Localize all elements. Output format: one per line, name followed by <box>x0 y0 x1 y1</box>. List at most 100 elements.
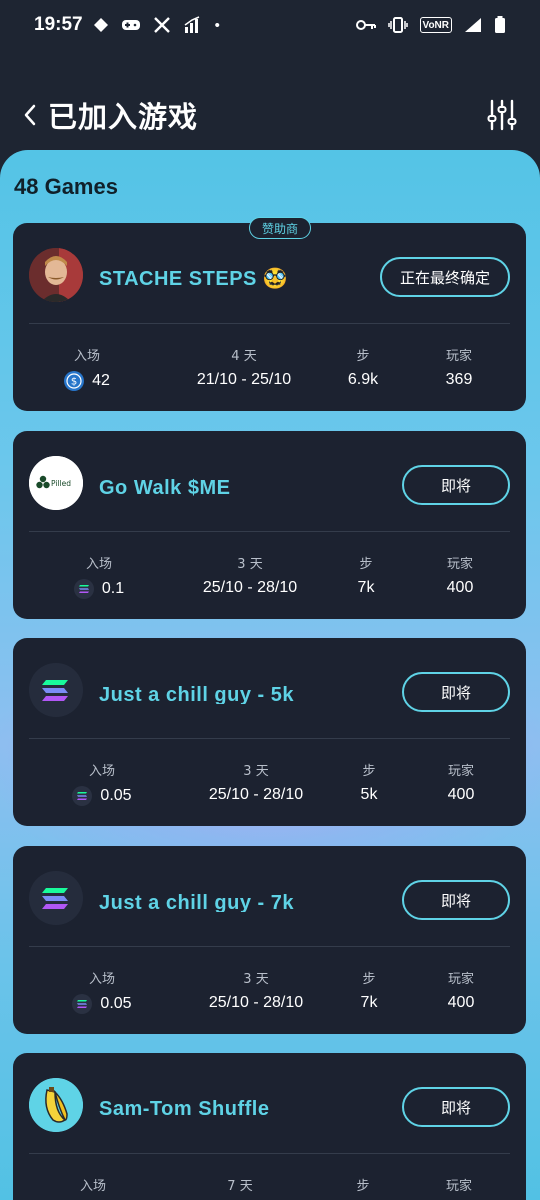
battery-icon <box>494 16 506 34</box>
pilled-logo-icon: Pilled <box>29 456 83 510</box>
stat-value: 369 <box>445 371 473 388</box>
solana-coin-icon <box>72 994 93 1014</box>
stat-label: 入场 <box>85 557 112 572</box>
game-stats: 入场 $ 42 4 天 21/10 - 25/10 步 6.9k 玩家 369 <box>13 323 526 411</box>
stat-value: 7k <box>357 579 375 596</box>
notification-dot: • <box>214 16 220 34</box>
game-controller-icon <box>121 17 141 33</box>
sliders-icon <box>487 99 517 131</box>
stat-value: 0.05 <box>100 787 132 804</box>
stat-duration: 3 天 25/10 - 28/10 <box>181 968 331 1012</box>
vibrate-icon <box>387 17 408 33</box>
avatar <box>29 663 83 717</box>
usdc-coin-icon: $ <box>64 371 85 391</box>
stat-steps: 步 5k <box>339 760 399 804</box>
sponsor-badge: 赞助商 <box>249 217 312 239</box>
stat-label: 玩家 <box>447 764 474 779</box>
stat-steps: 步 7k <box>336 553 396 597</box>
stat-entry: 入场 0.1 <box>69 553 129 599</box>
stat-players: 玩家 400 <box>431 968 491 1012</box>
status-button[interactable]: 正在最终确定 <box>379 257 510 297</box>
chevron-left-icon <box>24 104 36 126</box>
game-title: Just a chill guy - 7k <box>99 892 295 912</box>
game-card[interactable]: 赞助商 STACHE STEPS 🥸 正在最终确定 入场 $ 42 4 天 21… <box>13 217 526 411</box>
status-button[interactable]: 即将 <box>402 1087 510 1127</box>
key-icon <box>355 19 376 31</box>
stat-value: 42 <box>92 372 110 389</box>
stat-steps: 步 6.9k <box>333 345 393 389</box>
stat-label: 玩家 <box>446 557 473 572</box>
stat-players: 玩家 400 <box>430 553 490 597</box>
stat-value: 25/10 - 28/10 <box>208 786 304 803</box>
avatar <box>29 871 83 925</box>
avatar <box>29 248 83 302</box>
stat-label: 3 天 <box>243 972 269 987</box>
signal-icon <box>464 17 482 33</box>
game-card[interactable]: Just a chill guy - 7k 即将 入场 0.05 3 天 25/… <box>13 846 526 1034</box>
avatar-text: Pilled <box>51 479 71 488</box>
svg-text:$: $ <box>71 377 77 388</box>
solana-logo-icon <box>29 871 83 925</box>
stat-entry: 入场 $ 42 <box>57 345 117 391</box>
stat-entry: 入场 <box>63 1175 123 1195</box>
app-header: 已加入游戏 <box>0 80 540 150</box>
game-title: Sam-Tom Shuffle <box>99 1098 270 1120</box>
stat-label: 3 天 <box>237 557 263 572</box>
back-button[interactable] <box>20 99 40 131</box>
status-button[interactable]: 即将 <box>402 672 510 712</box>
avatar-portrait-icon <box>29 248 83 302</box>
stat-duration: 7 天 <box>165 1175 315 1195</box>
stat-value: 6.9k <box>347 371 379 388</box>
stat-value: 0.05 <box>100 995 132 1012</box>
chart-app-icon <box>183 16 203 34</box>
game-card[interactable]: Just a chill guy - 5k 即将 入场 0.05 3 天 25/… <box>13 638 526 826</box>
stat-label: 入场 <box>73 349 100 364</box>
filter-button[interactable] <box>484 97 520 133</box>
solana-coin-icon <box>73 579 94 599</box>
stat-duration: 3 天 25/10 - 28/10 <box>181 760 331 804</box>
x-logo-icon <box>153 16 171 34</box>
stat-label: 步 <box>356 349 370 364</box>
vonr-icon: VoNR <box>419 17 452 33</box>
page-title: 已加入游戏 <box>48 100 199 134</box>
stat-label: 入场 <box>79 1179 106 1194</box>
stat-label: 步 <box>356 1179 370 1194</box>
game-title: Go Walk $ME <box>99 477 231 497</box>
stat-steps: 步 7k <box>339 968 399 1012</box>
stat-label: 玩家 <box>445 349 472 364</box>
stat-value: 0.1 <box>101 580 125 597</box>
banana-icon <box>29 1078 83 1132</box>
stat-entry: 入场 0.05 <box>67 760 137 806</box>
games-count: 48 Games <box>14 174 118 199</box>
diamond-icon <box>93 17 109 33</box>
stat-label: 7 天 <box>227 1179 253 1194</box>
stat-label: 入场 <box>88 764 115 779</box>
game-card[interactable]: Pilled Go Walk $ME 即将 入场 0.1 3 天 25/10 -… <box>13 431 526 619</box>
stat-label: 入场 <box>88 972 115 987</box>
stat-duration: 4 天 21/10 - 25/10 <box>169 345 319 389</box>
stat-label: 步 <box>359 557 373 572</box>
stat-label: 步 <box>362 972 376 987</box>
stat-value: 21/10 - 25/10 <box>196 371 292 388</box>
games-panel: 48 Games 赞助商 STACHE STEPS 🥸 正在最终确定 入场 $ <box>0 150 540 1200</box>
clock: 19:57 <box>34 14 83 35</box>
stat-value: 400 <box>446 579 474 596</box>
stat-players: 玩家 369 <box>429 345 489 389</box>
game-card[interactable]: Sam-Tom Shuffle 即将 入场 7 天 步 玩家 <box>13 1053 526 1200</box>
status-button[interactable]: 即将 <box>402 465 510 505</box>
solana-coin-icon <box>72 786 93 806</box>
game-title: Just a chill guy - 5k <box>99 684 295 704</box>
stat-label: 玩家 <box>445 1179 472 1194</box>
status-button[interactable]: 即将 <box>402 880 510 920</box>
game-stats: 入场 7 天 步 玩家 <box>13 1153 526 1200</box>
solana-logo-icon <box>29 663 83 717</box>
game-stats: 入场 0.1 3 天 25/10 - 28/10 步 7k 玩家 400 <box>13 531 526 619</box>
stat-label: 4 天 <box>231 349 257 364</box>
stat-label: 步 <box>362 764 376 779</box>
stat-duration: 3 天 25/10 - 28/10 <box>175 553 325 597</box>
stat-value: 25/10 - 28/10 <box>208 994 304 1011</box>
game-stats: 入场 0.05 3 天 25/10 - 28/10 步 5k 玩家 400 <box>13 738 526 826</box>
stat-value: 400 <box>447 994 475 1011</box>
stat-label: 玩家 <box>447 972 474 987</box>
stat-value: 5k <box>360 786 378 803</box>
